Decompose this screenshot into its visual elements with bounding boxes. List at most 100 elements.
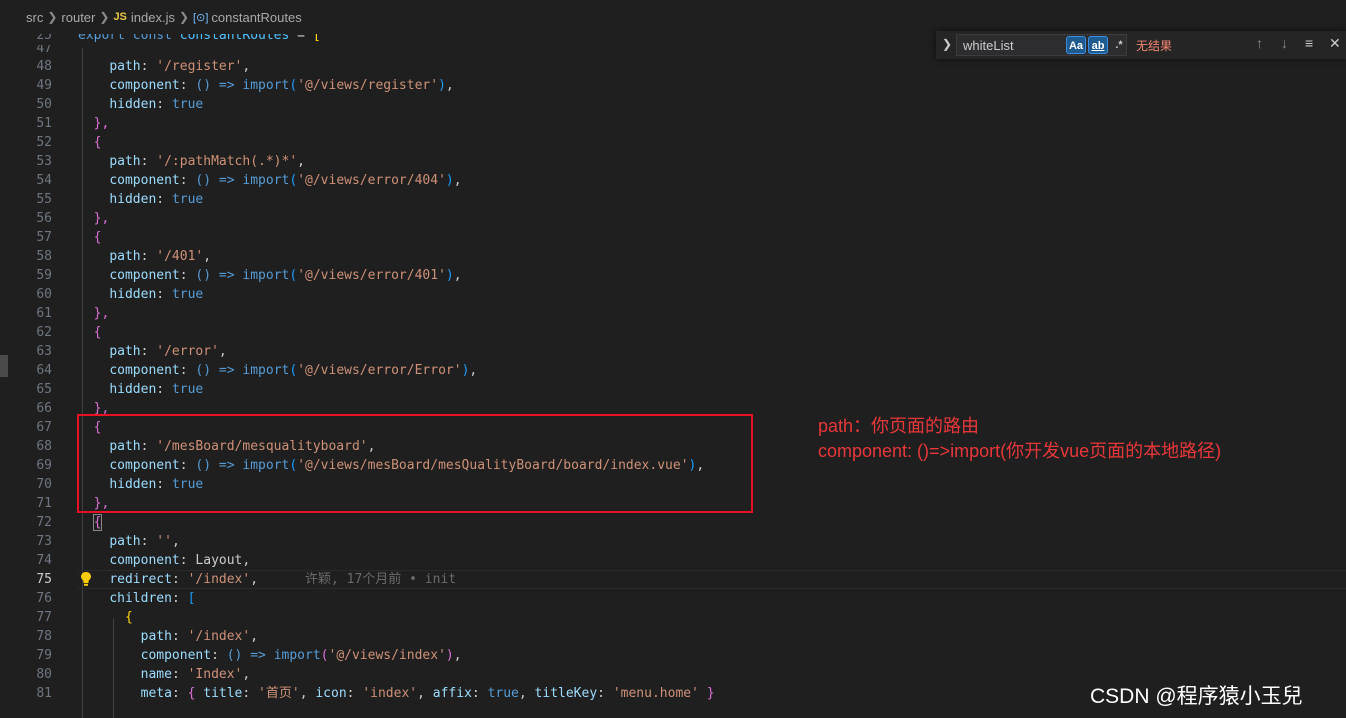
code-line-57: 57 { <box>0 228 1346 247</box>
line-number: 55 <box>36 192 52 207</box>
line-number: 50 <box>36 97 52 112</box>
code-line-50: 50 hidden: true <box>0 95 1346 114</box>
line-number: 52 <box>36 135 52 150</box>
line-number: 60 <box>36 287 52 302</box>
code-text: { <box>93 325 102 340</box>
breadcrumb: src ❯ router ❯ JS index.js ❯ [⊙] constan… <box>0 0 1346 34</box>
line-number: 64 <box>36 363 52 378</box>
line-number: 58 <box>36 249 52 264</box>
code-line-56: 56 }, <box>0 209 1346 228</box>
line-number: 66 <box>36 401 52 416</box>
line-number: 74 <box>36 553 52 568</box>
code-text: path: '', <box>109 534 180 549</box>
line-number: 76 <box>36 591 52 606</box>
code-text: }, <box>93 211 110 226</box>
arrow-down-icon[interactable]: ↓ <box>1281 35 1288 51</box>
code-line-64: 64 component: () => import('@/views/erro… <box>0 361 1346 380</box>
line-number: 72 <box>36 515 52 530</box>
current-line-highlight <box>78 570 1346 589</box>
breadcrumb-file[interactable]: index.js <box>131 10 175 25</box>
line-number: 51 <box>36 116 52 131</box>
line-number: 79 <box>36 648 52 663</box>
code-text: { <box>124 610 133 625</box>
line-number: 80 <box>36 667 52 682</box>
code-text: component: () => import('@/views/index')… <box>140 648 462 663</box>
code-line-58: 58 path: '/401', <box>0 247 1346 266</box>
watermark: CSDN @程序猿小玉兒 <box>1090 685 1303 708</box>
code-line-61: 61 }, <box>0 304 1346 323</box>
line-number: 59 <box>36 268 52 283</box>
code-text: path: '/index', <box>140 629 259 644</box>
code-text: { <box>92 514 103 531</box>
line-number: 53 <box>36 154 52 169</box>
line-number: 48 <box>36 59 52 74</box>
code-text: children: [ <box>109 591 196 606</box>
code-line-73: 73 path: '', <box>0 532 1346 551</box>
code-text: name: 'Index', <box>140 667 251 682</box>
regex-toggle[interactable]: .* <box>1110 36 1128 54</box>
code-line-63: 63 path: '/error', <box>0 342 1346 361</box>
breadcrumb-symbol[interactable]: constantRoutes <box>211 10 301 25</box>
code-text: component: Layout, <box>109 553 251 568</box>
code-text: hidden: true <box>109 192 204 207</box>
code-text: component: () => import('@/views/error/4… <box>109 173 462 188</box>
line-number: 67 <box>36 420 52 435</box>
chevron-right-icon: ❯ <box>99 10 110 24</box>
code-text: component: () => import('@/views/registe… <box>109 78 454 93</box>
code-line-65: 65 hidden: true <box>0 380 1346 399</box>
chevron-right-icon: ❯ <box>47 10 58 24</box>
code-text: { <box>93 135 102 150</box>
git-blame-annotation[interactable]: 许颖, 17个月前 • init <box>305 570 456 589</box>
line-number: 73 <box>36 534 52 549</box>
code-text: path: '/:pathMatch(.*)*', <box>109 154 305 169</box>
arrow-up-icon[interactable]: ↑ <box>1256 35 1263 51</box>
chevron-right-icon: ❯ <box>178 10 190 24</box>
line-number: 77 <box>36 610 52 625</box>
find-widget: ❯ Aa ab .* 无结果 ↑ ↓ ≡ ✕ <box>936 31 1346 59</box>
code-text: hidden: true <box>109 382 204 397</box>
highlight-box <box>77 414 753 513</box>
breadcrumb-src[interactable]: src <box>26 10 43 25</box>
code-line-59: 59 component: () => import('@/views/erro… <box>0 266 1346 285</box>
code-text: hidden: true <box>109 97 204 112</box>
code-line-77: 77 { <box>0 608 1346 627</box>
code-text: path: '/401', <box>109 249 212 264</box>
code-text: path: '/error', <box>109 344 227 359</box>
code-line-79: 79 component: () => import('@/views/inde… <box>0 646 1346 665</box>
code-text: redirect: '/index', <box>109 572 259 587</box>
code-text: }, <box>93 116 110 131</box>
line-number: 57 <box>36 230 52 245</box>
code-line-54: 54 component: () => import('@/views/erro… <box>0 171 1346 190</box>
line-number: 54 <box>36 173 52 188</box>
code-editor[interactable]: 47 25 export const constantRoutes = [ 48… <box>0 34 1346 718</box>
line-number: 49 <box>36 78 52 93</box>
code-line-52: 52 { <box>0 133 1346 152</box>
match-case-toggle[interactable]: Aa <box>1066 36 1086 54</box>
annotation-text: path：你页面的路由 component: ()=>import(你开发vue… <box>818 414 1221 464</box>
code-line-60: 60 hidden: true <box>0 285 1346 304</box>
code-text: }, <box>93 306 110 321</box>
whole-word-toggle[interactable]: ab <box>1088 36 1108 54</box>
line-number: 62 <box>36 325 52 340</box>
line-number: 25 <box>36 34 52 43</box>
close-icon[interactable]: ✕ <box>1329 35 1341 52</box>
chevron-right-icon[interactable]: ❯ <box>942 37 952 51</box>
find-in-selection-icon[interactable]: ≡ <box>1305 35 1313 51</box>
line-number: 71 <box>36 496 52 511</box>
variable-symbol-icon: [⊙] <box>193 11 209 24</box>
breadcrumb-router[interactable]: router <box>61 10 95 25</box>
code-text: hidden: true <box>109 287 204 302</box>
annotation-line-1: path：你页面的路由 <box>818 416 980 436</box>
line-number: 69 <box>36 458 52 473</box>
code-line-72: 72 { <box>0 513 1346 532</box>
line-number: 70 <box>36 477 52 492</box>
code-text: { <box>93 230 102 245</box>
line-number: 65 <box>36 382 52 397</box>
code-line-51: 51 }, <box>0 114 1346 133</box>
code-text: export const constantRoutes = [ <box>78 34 321 43</box>
js-file-icon: JS <box>113 11 127 23</box>
code-text: path: '/register', <box>109 59 251 74</box>
line-number: 78 <box>36 629 52 644</box>
code-text: meta: { title: '首页', icon: 'index', affi… <box>140 686 715 701</box>
code-text: component: () => import('@/views/error/E… <box>109 363 478 378</box>
